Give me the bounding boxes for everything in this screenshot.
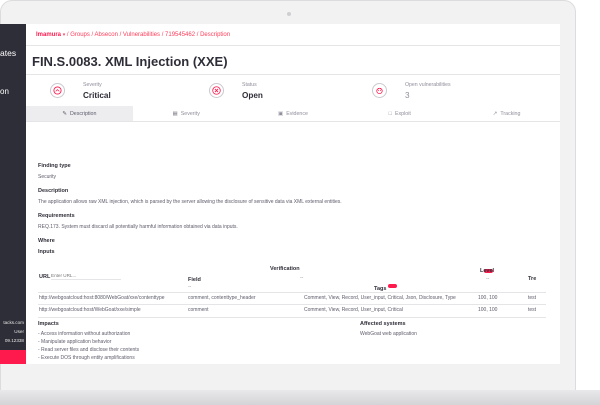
cell-url: http://webgoatcloud:host:8080/WebGoat/xx… [39, 295, 165, 301]
tre-header[interactable]: Tre [528, 276, 536, 282]
sidebar-subtitle[interactable]: on [0, 87, 9, 96]
cell-tags: Comment, View, Record, User_input, Criti… [304, 307, 403, 313]
impact-item: - Manipulate application behavior [38, 339, 112, 345]
url-filter-input[interactable] [51, 272, 121, 280]
cell-tre: test [528, 295, 537, 301]
description-text: The application allows raw XML injection… [38, 199, 342, 205]
cell-level: 100, 100 [478, 295, 498, 301]
description-content: Finding type Security Description The ap… [38, 24, 558, 364]
cell-url: http://webgoatcloud:host/WebGoat/xxe/sim… [39, 307, 141, 313]
impacts-heading: Impacts [38, 321, 59, 327]
sidebar-footer-domain: tacks.com [3, 320, 24, 325]
table-row[interactable]: http://webgoatcloud:host/WebGoat/xxe/sim… [38, 307, 548, 315]
inputs-heading: Inputs [38, 249, 55, 255]
sidebar-accent-bar [0, 350, 26, 364]
cell-tre: test [528, 307, 537, 313]
cell-level: 100, 100 [478, 307, 498, 313]
field-filter[interactable]: -- [188, 284, 191, 290]
cell-tags: Comment, View, Record, User_input, Criti… [304, 295, 456, 301]
sidebar-title: ates [0, 48, 17, 58]
verification-header[interactable]: Verification [270, 266, 300, 272]
affected-systems-value: WebGoat web application [360, 331, 417, 337]
description-heading: Description [38, 188, 69, 194]
laptop-mockup: ates on tacks.com User 09.12338 Imamura … [0, 0, 600, 405]
url-header[interactable]: URL [39, 274, 50, 280]
tags-badge [388, 283, 398, 288]
inputs-table: Verification -- Level -- URL Field -- Ta… [38, 262, 548, 332]
cell-field: comment [188, 307, 209, 313]
laptop-base [0, 390, 600, 405]
row-divider [38, 304, 546, 305]
impact-item: - Access information without authorizati… [38, 331, 131, 337]
main-panel: Imamura ▾ / Groups / Absecon / Vulnerabi… [26, 24, 560, 364]
verification-filter[interactable]: -- [300, 275, 303, 281]
impact-item: - Read server files and disclose their c… [38, 347, 140, 353]
table-row[interactable]: http://webgoatcloud:host:8080/WebGoat/xx… [38, 295, 548, 303]
level-header[interactable]: Level [480, 268, 494, 274]
app-screen: ates on tacks.com User 09.12338 Imamura … [0, 24, 560, 364]
impact-item: - Execute DOS through entity amplificati… [38, 355, 135, 361]
cell-field: comment, contenttype_header [188, 295, 256, 301]
requirements-heading: Requirements [38, 213, 75, 219]
field-header[interactable]: Field [188, 277, 201, 283]
affected-systems-heading: Affected systems [360, 321, 406, 327]
table-header-divider [38, 292, 546, 293]
finding-type-heading: Finding type [38, 163, 71, 169]
sidebar-footer-role: User [14, 329, 24, 334]
finding-type-value: Security [38, 174, 57, 180]
level-filter[interactable]: -- [486, 276, 489, 282]
camera-dot [287, 12, 291, 16]
sidebar: ates on tacks.com User 09.12338 [0, 24, 26, 364]
requirements-text: REQ.173. System must discard all potenti… [38, 224, 238, 230]
row-divider [38, 317, 546, 318]
sidebar-footer-build: 09.12338 [4, 338, 24, 343]
where-heading: Where [38, 238, 55, 244]
tags-filter[interactable]: -- [374, 284, 377, 290]
